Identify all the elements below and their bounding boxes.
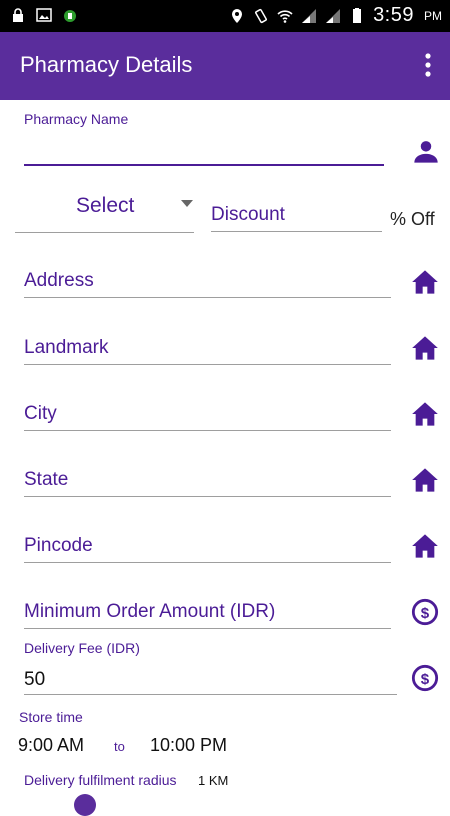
select-underline xyxy=(15,232,194,233)
pharmacy-name-underline xyxy=(24,164,384,166)
app-bar: Pharmacy Details xyxy=(0,32,450,100)
delivery-radius-value: 1 KM xyxy=(198,773,229,788)
city-underline xyxy=(24,430,391,431)
currency-icon: $ xyxy=(411,598,439,626)
pincode-underline xyxy=(24,562,391,563)
svg-text:$: $ xyxy=(421,605,430,622)
battery-icon xyxy=(353,7,362,23)
landmark-input[interactable]: Landmark xyxy=(24,337,109,359)
home-icon xyxy=(412,270,438,294)
more-options-icon[interactable] xyxy=(424,52,432,78)
home-icon xyxy=(412,402,438,426)
status-left-icons xyxy=(10,7,78,23)
delivery-fee-input[interactable]: 50 xyxy=(24,669,45,691)
min-order-underline xyxy=(24,628,391,629)
page-title: Pharmacy Details xyxy=(20,52,193,77)
state-underline xyxy=(24,496,391,497)
svg-text:$: $ xyxy=(421,671,430,688)
discount-input[interactable]: Discount xyxy=(211,204,285,226)
delivery-radius-label: Delivery fulfilment radius xyxy=(24,772,177,788)
discount-underline xyxy=(211,231,382,232)
home-icon xyxy=(412,336,438,360)
signal-icon xyxy=(302,8,317,23)
pharmacy-name-label: Pharmacy Name xyxy=(24,111,129,127)
location-icon xyxy=(232,8,243,23)
city-input[interactable]: City xyxy=(24,403,57,425)
image-icon xyxy=(36,8,52,22)
address-underline xyxy=(24,297,391,298)
home-icon xyxy=(412,468,438,492)
currency-icon: $ xyxy=(411,664,439,692)
signal-2-icon xyxy=(326,8,341,23)
store-close-time[interactable]: 10:00 PM xyxy=(150,735,227,756)
chevron-down-icon[interactable] xyxy=(181,200,193,207)
wifi-icon xyxy=(277,9,293,23)
status-bar: 3:59 PM xyxy=(0,0,450,32)
store-time-to: to xyxy=(114,739,125,754)
store-time-label: Store time xyxy=(19,709,83,725)
state-input[interactable]: State xyxy=(24,469,68,491)
pincode-input[interactable]: Pincode xyxy=(24,535,93,557)
person-icon xyxy=(414,141,438,163)
home-icon xyxy=(412,534,438,558)
address-input[interactable]: Address xyxy=(24,270,94,292)
status-right-icons: 3:59 PM xyxy=(229,4,442,27)
category-select[interactable]: Select xyxy=(76,194,134,218)
vibrate-icon xyxy=(255,8,268,23)
app-notification-icon xyxy=(64,10,76,22)
delivery-fee-underline xyxy=(24,694,397,695)
status-ampm: PM xyxy=(424,8,442,23)
store-open-time[interactable]: 9:00 AM xyxy=(18,735,84,756)
min-order-input[interactable]: Minimum Order Amount (IDR) xyxy=(24,601,275,623)
landmark-underline xyxy=(24,364,391,365)
status-time: 3:59 xyxy=(373,4,414,26)
delivery-radius-slider-thumb[interactable] xyxy=(74,794,96,816)
lock-icon xyxy=(13,8,23,22)
delivery-fee-label: Delivery Fee (IDR) xyxy=(24,640,140,656)
discount-suffix: % Off xyxy=(390,209,435,229)
